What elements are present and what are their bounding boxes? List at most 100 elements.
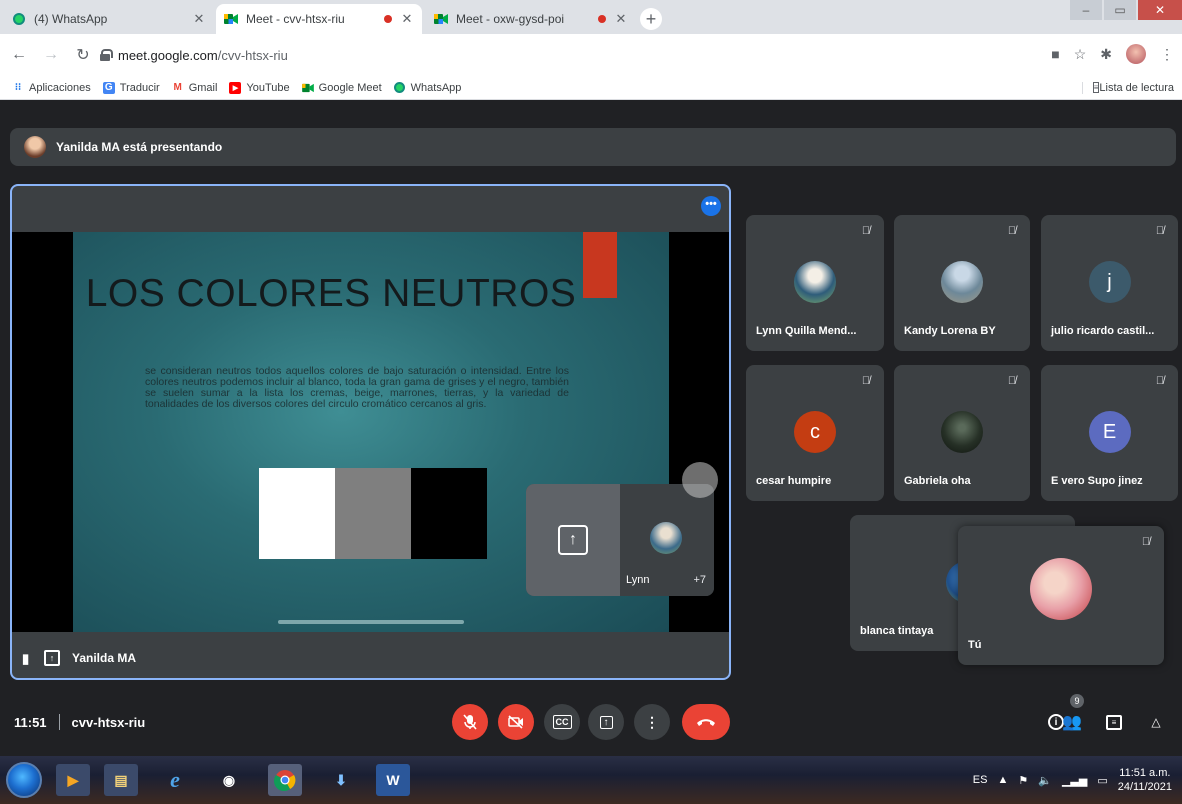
bookmark-label: Google Meet — [318, 81, 382, 94]
file-explorer-icon[interactable]: ▤ — [104, 764, 138, 796]
avatar: c — [794, 411, 836, 453]
show-hidden-icons-icon[interactable]: ▲ — [997, 774, 1008, 786]
close-tab-icon[interactable]: ✕ — [192, 11, 206, 27]
avatar — [794, 261, 836, 303]
present-now-button[interactable]: ↑ — [588, 704, 624, 740]
participant-tile[interactable]: 🎙̸ j julio ricardo castil... — [1041, 215, 1178, 351]
url-path: /cvv-htsx-riu — [217, 47, 288, 63]
browser-toolbar: ← → ↻ meet.google.com/cvv-htsx-riu ■ ☆ ✱… — [0, 34, 1182, 76]
battery-icon[interactable]: ▭ — [1097, 774, 1107, 787]
participant-count-badge: 9 — [1070, 694, 1084, 708]
divider — [58, 714, 60, 730]
avatar — [941, 261, 983, 303]
apps-grid-icon: ⁝⁝ — [14, 82, 22, 93]
word-icon[interactable]: W — [376, 764, 410, 796]
window-controls: – ▭ ✕ — [1068, 0, 1182, 22]
bookmark-label: Aplicaciones — [29, 81, 91, 94]
participant-name: cesar humpire — [756, 475, 832, 487]
tab-meet-cvv[interactable]: Meet - cvv-htsx-riu ✕ — [216, 4, 422, 34]
language-indicator[interactable]: ES — [973, 774, 988, 786]
back-arrow-icon[interactable]: ← — [6, 46, 32, 64]
camera-in-use-icon[interactable]: ■ — [1051, 46, 1059, 62]
more-options-icon[interactable]: ••• — [701, 196, 721, 216]
meeting-time: 11:51 — [14, 714, 47, 730]
google-meet-icon — [224, 12, 238, 26]
captions-button[interactable]: CC — [544, 704, 580, 740]
presenter-label: ▮ ↑ Yanilda MA — [22, 650, 136, 666]
participant-tile[interactable]: 🎙̸ Gabriela oha — [894, 365, 1030, 501]
new-tab-button[interactable]: + — [640, 8, 662, 30]
tab-whatsapp[interactable]: (4) WhatsApp ✕ — [4, 4, 214, 34]
participant-name: E vero Supo jinez — [1051, 475, 1143, 487]
bookmark-label: WhatsApp — [410, 81, 462, 94]
mic-off-icon: 🎙̸ — [1007, 375, 1017, 387]
participant-tile[interactable]: 🎙̸ Lynn Quilla Mend... — [746, 215, 884, 351]
download-icon[interactable]: ⬇ — [324, 764, 358, 796]
media-player-icon[interactable]: ▶ — [56, 764, 90, 796]
minimize-button[interactable]: – — [1070, 0, 1102, 20]
browser-tab-strip: (4) WhatsApp ✕ Meet - cvv-htsx-riu ✕ Mee… — [0, 0, 1182, 34]
avatar — [650, 522, 682, 554]
close-window-button[interactable]: ✕ — [1138, 0, 1182, 20]
slide-scrollbar[interactable] — [278, 620, 464, 624]
people-button[interactable]: 👥 — [1060, 710, 1084, 734]
close-tab-icon[interactable]: ✕ — [400, 11, 414, 27]
avatar — [941, 411, 983, 453]
participant-name: Lynn — [626, 574, 650, 586]
participant-tile[interactable]: 🎙̸ c cesar humpire — [746, 365, 884, 501]
reading-list-icon: ≡ — [1092, 82, 1100, 93]
google-meet-icon — [301, 82, 314, 94]
camera-off-icon — [508, 715, 523, 729]
tab-title: Meet - cvv-htsx-riu — [246, 12, 345, 26]
bookmark-youtube[interactable]: ▶ YouTube — [229, 81, 290, 94]
avatar: E — [1088, 411, 1131, 453]
bookmarks-bar: ⁝⁝ Aplicaciones G Traducir M Gmail ▶ You… — [0, 76, 1182, 100]
address-bar[interactable]: meet.google.com/cvv-htsx-riu — [92, 40, 1042, 70]
chat-button[interactable]: ≡ — [1102, 710, 1126, 734]
pin-icon[interactable]: ▮ — [22, 651, 34, 666]
windows-taskbar: ▶ ▤ e ◉ ⬇ W ES ▲ ⚑ 🔈 ▁▃▅ ▭ 11:51 a.m. 24… — [0, 756, 1182, 804]
chrome-icon[interactable] — [268, 764, 302, 796]
hang-up-icon — [697, 719, 715, 726]
participant-name: Lynn Quilla Mend... — [756, 325, 857, 337]
start-button[interactable] — [6, 762, 42, 798]
app-icon[interactable]: ◉ — [212, 764, 246, 796]
mic-toggle-button[interactable] — [452, 704, 488, 740]
internet-explorer-icon[interactable]: e — [158, 764, 192, 796]
action-center-flag-icon[interactable]: ⚑ — [1018, 774, 1028, 787]
floating-self-tile[interactable]: ↑ Lynn +7 — [526, 484, 714, 596]
bookmark-gmail[interactable]: M Gmail — [172, 82, 218, 94]
tab-meet-oxw[interactable]: Meet - oxw-gysd-poi ✕ — [426, 4, 636, 34]
presenter-name: Yanilda MA — [72, 651, 137, 665]
maximize-button[interactable]: ▭ — [1104, 0, 1136, 20]
profile-avatar[interactable] — [1126, 44, 1146, 64]
participant-tile[interactable]: 🎙̸ E E vero Supo jinez — [1041, 365, 1178, 501]
participant-tile[interactable]: 🎙̸ Kandy Lorena BY — [894, 215, 1030, 351]
more-options-button[interactable]: ⋮ — [634, 704, 670, 740]
self-participant-tile[interactable]: 🎙̸ Tú — [958, 526, 1164, 665]
screen-share-preview[interactable]: ↑ — [526, 484, 620, 596]
whatsapp-icon — [394, 82, 406, 94]
menu-dots-icon[interactable]: ⋮ — [1160, 46, 1174, 63]
network-signal-icon[interactable]: ▁▃▅ — [1062, 774, 1087, 787]
lock-icon — [100, 49, 113, 61]
reading-list-button[interactable]: ≡ Lista de lectura — [1081, 81, 1174, 94]
bookmark-translate[interactable]: G Traducir — [102, 81, 160, 94]
bookmark-apps[interactable]: ⁝⁝ Aplicaciones — [12, 82, 91, 94]
bookmark-google-meet[interactable]: Google Meet — [301, 81, 382, 94]
participant-name: Gabriela oha — [904, 475, 971, 487]
forward-arrow-icon[interactable]: → — [38, 46, 64, 64]
bookmark-whatsapp[interactable]: WhatsApp — [394, 81, 462, 94]
camera-toggle-button[interactable] — [498, 704, 534, 740]
leave-call-button[interactable] — [682, 704, 730, 740]
star-icon[interactable]: ☆ — [1074, 46, 1087, 63]
activities-shapes-icon: △ — [1151, 715, 1161, 729]
captions-icon: CC — [552, 715, 572, 729]
presentation-stage[interactable]: ••• LOS COLORES NEUTROS se consideran ne… — [10, 184, 731, 680]
system-clock[interactable]: 11:51 a.m. 24/11/2021 — [1118, 766, 1172, 794]
volume-icon[interactable]: 🔈 — [1038, 774, 1052, 787]
present-screen-icon: ↑ — [558, 525, 588, 555]
activities-button[interactable]: △ — [1144, 710, 1168, 734]
close-tab-icon[interactable]: ✕ — [614, 11, 628, 27]
extensions-puzzle-icon[interactable]: ✱ — [1100, 46, 1112, 63]
